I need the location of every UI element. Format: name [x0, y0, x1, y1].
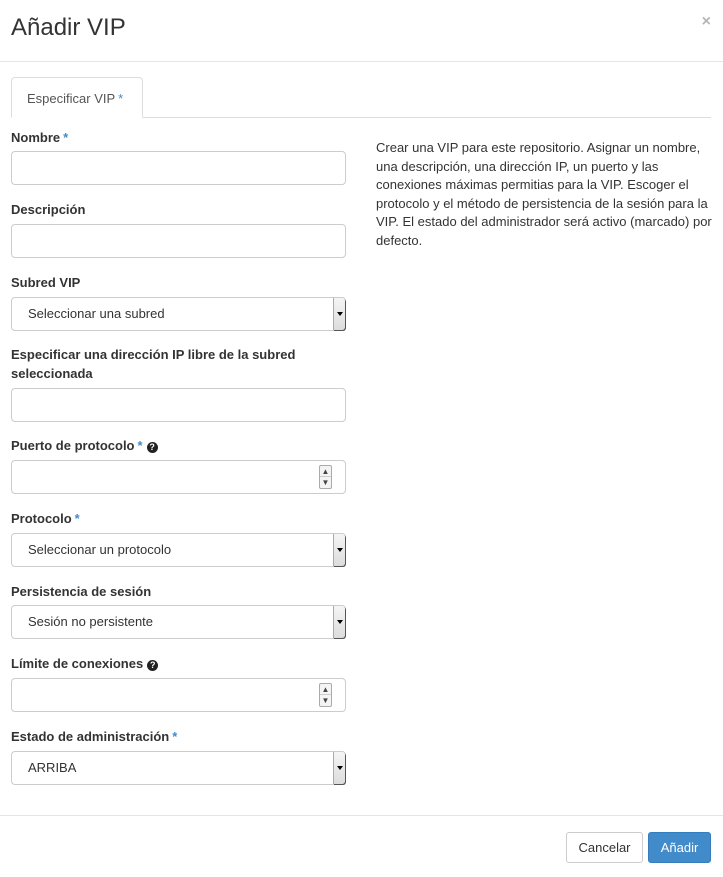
help-icon[interactable]: ?	[146, 442, 158, 453]
spin-down-icon[interactable]: ▼	[320, 695, 331, 706]
cancel-button[interactable]: Cancelar	[566, 832, 643, 863]
tab-label: Especificar VIP	[27, 91, 116, 106]
subnet-label: Subred VIP	[11, 275, 81, 290]
required-marker: *	[137, 438, 143, 453]
description-label: Descripción	[11, 202, 86, 217]
chevron-down-icon	[333, 606, 345, 638]
name-input[interactable]	[12, 152, 345, 184]
chevron-down-icon	[333, 752, 345, 784]
protocol-label: Protocolo *	[11, 511, 80, 526]
conn-limit-field[interactable]: ▲ ▼	[11, 678, 346, 712]
required-marker: *	[118, 91, 124, 106]
conn-limit-group: Límite de conexiones?	[11, 654, 346, 673]
port-group: Puerto de protocolo *?	[11, 436, 346, 455]
modal-title: Añadir VIP	[11, 14, 126, 41]
help-icon[interactable]: ?	[147, 660, 159, 671]
tab-specify-vip[interactable]: Especificar VIP *	[11, 77, 143, 118]
admin-state-select[interactable]: ARRIBA	[11, 751, 346, 785]
required-marker: *	[172, 729, 178, 744]
persistence-selected-value: Sesión no persistente	[28, 614, 154, 629]
help-description: Crear una VIP para este repositorio. Asi…	[376, 140, 712, 248]
protocol-select[interactable]: Seleccionar un protocolo	[11, 533, 346, 567]
close-icon[interactable]: ×	[702, 13, 711, 31]
admin-state-group: Estado de administración *	[11, 727, 346, 746]
persistence-group: Persistencia de sesión	[11, 582, 346, 601]
port-label: Puerto de protocolo *?	[11, 436, 346, 455]
conn-limit-input[interactable]	[12, 679, 345, 711]
protocol-group: Protocolo *	[11, 509, 346, 528]
name-label: Nombre *	[11, 130, 69, 145]
port-field[interactable]: ▲ ▼	[11, 460, 346, 494]
description-input[interactable]	[12, 225, 345, 257]
required-marker: *	[74, 511, 80, 526]
chevron-down-icon	[333, 298, 345, 330]
protocol-selected-value: Seleccionar un protocolo	[28, 542, 172, 557]
persistence-select[interactable]: Sesión no persistente	[11, 605, 346, 639]
conn-limit-spinner: ▲ ▼	[319, 683, 332, 707]
persistence-label: Persistencia de sesión	[11, 584, 152, 599]
name-group: Nombre *	[11, 128, 346, 147]
description-group: Descripción	[11, 200, 346, 219]
name-field[interactable]	[11, 151, 346, 185]
spin-up-icon[interactable]: ▲	[320, 684, 331, 695]
spin-down-icon[interactable]: ▼	[320, 477, 331, 488]
conn-limit-label: Límite de conexiones?	[11, 654, 346, 673]
subnet-group: Subred VIP	[11, 273, 346, 292]
description-field[interactable]	[11, 224, 346, 258]
subnet-select[interactable]: Seleccionar una subred	[11, 297, 346, 331]
admin-state-selected-value: ARRIBA	[28, 760, 77, 775]
subnet-selected-value: Seleccionar una subred	[28, 306, 165, 321]
modal-footer: Cancelar Añadir	[0, 815, 723, 877]
required-marker: *	[63, 130, 69, 145]
spin-up-icon[interactable]: ▲	[320, 466, 331, 477]
ip-field[interactable]	[11, 388, 346, 422]
chevron-down-icon	[333, 534, 345, 566]
admin-state-label: Estado de administración *	[11, 729, 178, 744]
ip-input[interactable]	[12, 389, 345, 421]
port-spinner: ▲ ▼	[319, 465, 332, 489]
ip-group: Especificar una dirección IP libre de la…	[11, 345, 346, 383]
ip-label: Especificar una dirección IP libre de la…	[11, 347, 296, 381]
modal-header: Añadir VIP ×	[0, 0, 723, 62]
port-input[interactable]	[12, 461, 345, 493]
add-button[interactable]: Añadir	[648, 832, 711, 863]
